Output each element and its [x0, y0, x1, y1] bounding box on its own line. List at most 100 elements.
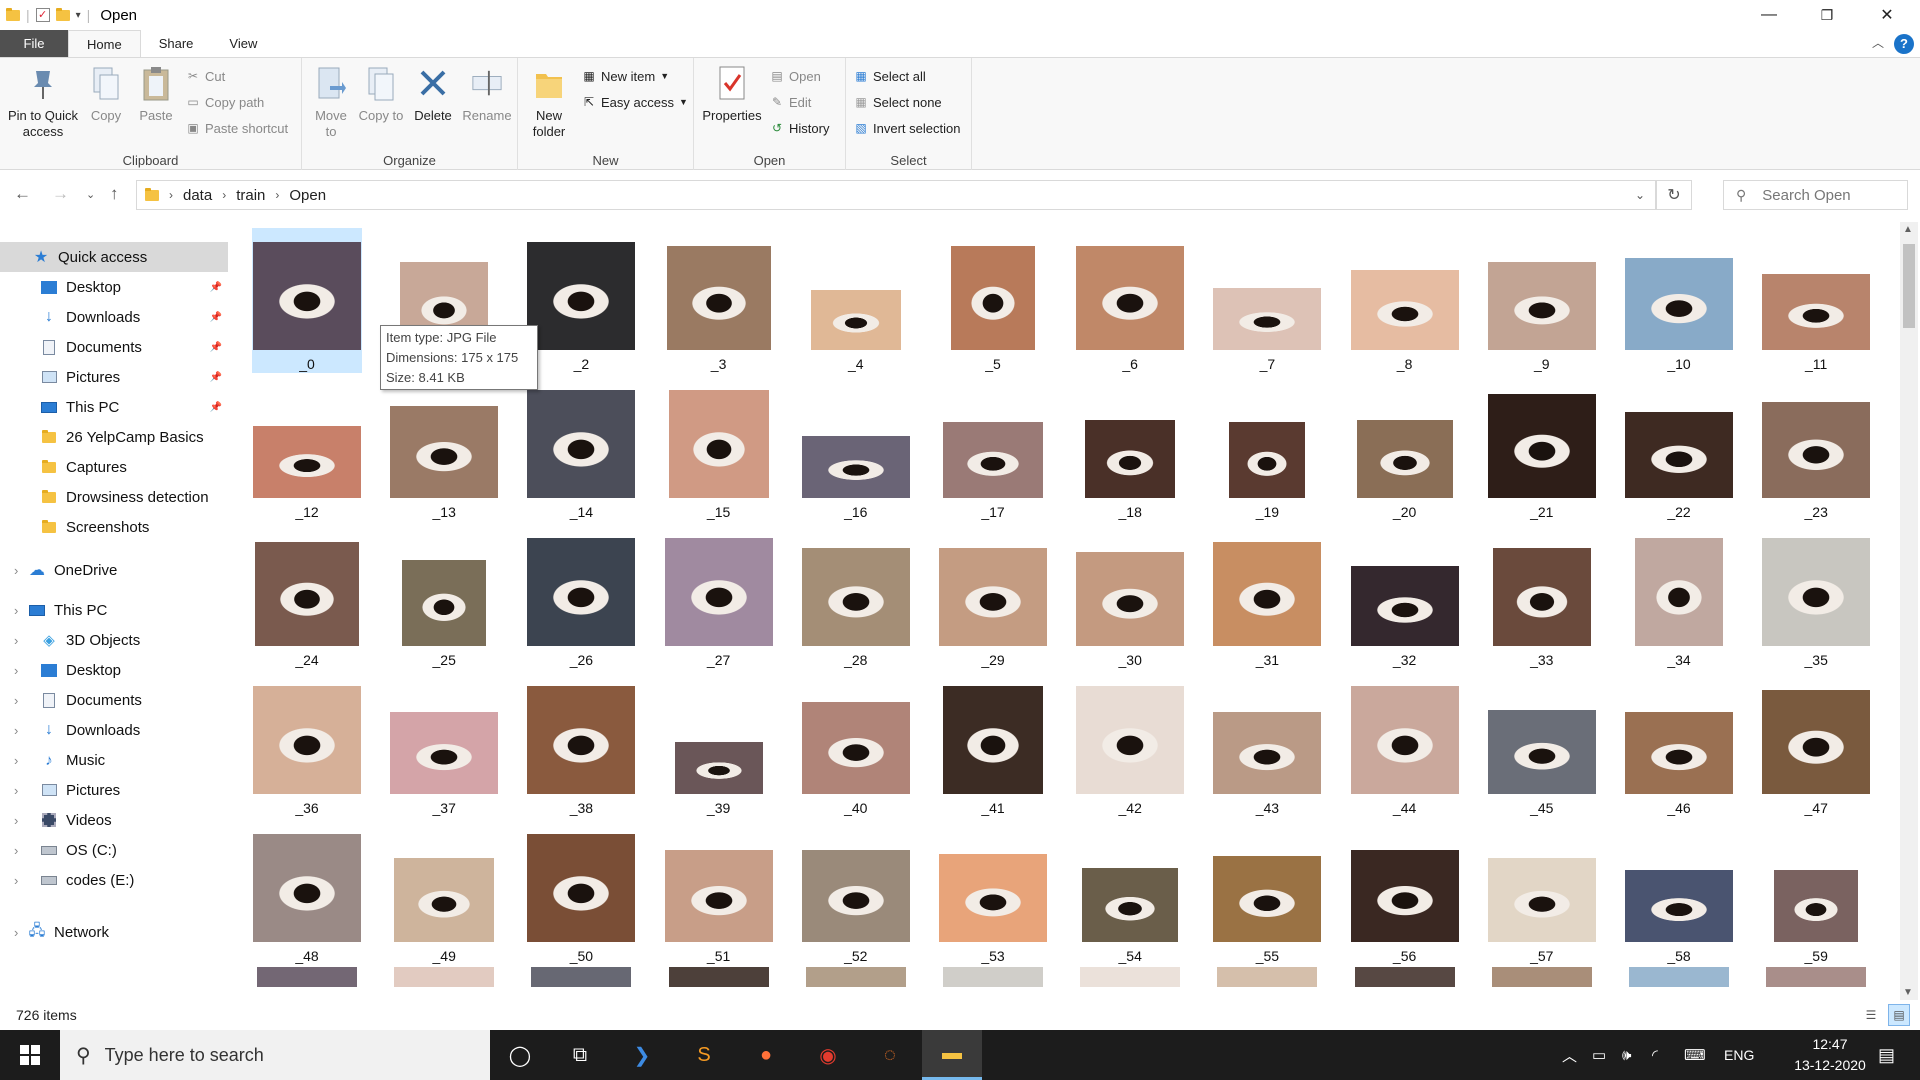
- sidebar-item-pictures[interactable]: Pictures 📌: [0, 362, 228, 392]
- refresh-icon[interactable]: ↻: [1656, 180, 1692, 210]
- taskbar-search-input[interactable]: ⚲ Type here to search: [60, 1030, 490, 1080]
- breadcrumb-open[interactable]: Open: [289, 187, 326, 204]
- sidebar-item-videos[interactable]: › Videos: [0, 805, 228, 835]
- tab-share[interactable]: Share: [141, 30, 212, 57]
- back-arrow-icon[interactable]: ←: [14, 184, 31, 204]
- help-icon[interactable]: ?: [1894, 34, 1914, 54]
- file-tile[interactable]: _51: [664, 820, 774, 965]
- file-tile-partial[interactable]: [943, 967, 1043, 987]
- sidebar-item-onedrive[interactable]: › ☁ OneDrive: [0, 555, 228, 585]
- show-hidden-icons-icon[interactable]: ︿: [1562, 1030, 1577, 1080]
- large-icons-view-icon[interactable]: ▤: [1888, 1004, 1910, 1026]
- file-tile[interactable]: _39: [664, 672, 774, 817]
- battery-icon[interactable]: ▭: [1592, 1030, 1606, 1080]
- address-dropdown-icon[interactable]: ⌄: [1635, 188, 1645, 202]
- file-tile-partial[interactable]: [1080, 967, 1181, 987]
- up-arrow-icon[interactable]: ↑: [110, 184, 119, 204]
- copy-path-button[interactable]: ▭ Copy path: [186, 92, 264, 112]
- expand-chevron-icon[interactable]: ›: [14, 723, 18, 738]
- sidebar-item-downloads[interactable]: ↓ Downloads 📌: [0, 302, 228, 332]
- file-tile-partial[interactable]: [805, 967, 906, 987]
- file-tile[interactable]: _32: [1350, 524, 1460, 669]
- clock[interactable]: 12:47 13-12-2020: [1788, 1034, 1872, 1076]
- chrome-icon[interactable]: ◉: [798, 1030, 858, 1080]
- file-explorer-icon[interactable]: ▬: [922, 1030, 982, 1080]
- recent-locations-icon[interactable]: ⌄: [86, 188, 95, 201]
- cut-button[interactable]: ✂ Cut: [186, 66, 225, 86]
- firefox-icon[interactable]: ●: [736, 1030, 796, 1080]
- file-tile-partial[interactable]: [257, 967, 357, 987]
- sidebar-item-captures[interactable]: Captures: [0, 452, 228, 482]
- sidebar-item-downloads[interactable]: › ↓ Downloads: [0, 715, 228, 745]
- scroll-down-icon[interactable]: ▼: [1903, 987, 1913, 998]
- scroll-thumb[interactable]: [1903, 244, 1915, 328]
- sidebar-item-documents[interactable]: Documents 📌: [0, 332, 228, 362]
- search-input[interactable]: ⚲ Search Open: [1723, 180, 1908, 210]
- wifi-icon[interactable]: ◜: [1652, 1030, 1658, 1080]
- open-button[interactable]: ▤ Open: [770, 66, 820, 86]
- file-tile[interactable]: _42: [1075, 672, 1185, 817]
- file-tile[interactable]: _45: [1487, 672, 1597, 817]
- maximize-button[interactable]: ❐: [1798, 0, 1856, 30]
- file-tile[interactable]: _54: [1075, 820, 1185, 965]
- file-tile[interactable]: _19: [1212, 376, 1322, 521]
- select-all-button[interactable]: ▦ Select all: [854, 66, 925, 86]
- rename-button[interactable]: Rename: [460, 64, 514, 124]
- expand-chevron-icon[interactable]: ›: [14, 925, 18, 940]
- notifications-icon[interactable]: ▤: [1878, 1030, 1895, 1080]
- file-tile[interactable]: _15: [664, 376, 774, 521]
- expand-chevron-icon[interactable]: ›: [14, 663, 18, 678]
- file-tile[interactable]: _55: [1212, 820, 1322, 965]
- scroll-up-icon[interactable]: ▲: [1903, 224, 1913, 235]
- file-tile-partial[interactable]: [1354, 967, 1455, 987]
- close-button[interactable]: ✕: [1858, 0, 1916, 30]
- file-tile[interactable]: _27: [664, 524, 774, 669]
- file-tile[interactable]: _57: [1487, 820, 1597, 965]
- file-tile[interactable]: _34: [1624, 524, 1734, 669]
- expand-chevron-icon[interactable]: ›: [14, 813, 18, 828]
- sidebar-item-documents[interactable]: › Documents: [0, 685, 228, 715]
- sidebar-item-drowsiness-detection[interactable]: Drowsiness detection: [0, 482, 228, 512]
- file-tile[interactable]: _52: [801, 820, 911, 965]
- expand-chevron-icon[interactable]: ›: [14, 873, 18, 888]
- minimize-button[interactable]: —: [1740, 0, 1798, 30]
- invert-selection-button[interactable]: ▧ Invert selection: [854, 118, 960, 138]
- file-tile-partial[interactable]: [394, 967, 495, 987]
- file-tile[interactable]: _14: [526, 376, 636, 521]
- new-folder-button[interactable]: New folder: [526, 64, 572, 140]
- keyboard-icon[interactable]: ⌨: [1684, 1030, 1706, 1080]
- volume-icon[interactable]: 🕪: [1622, 1030, 1631, 1080]
- file-tile[interactable]: _48: [252, 820, 362, 965]
- windows-start-icon[interactable]: [0, 1030, 60, 1080]
- history-button[interactable]: ↺ History: [770, 118, 829, 138]
- forward-arrow-icon[interactable]: →: [52, 184, 69, 204]
- expand-chevron-icon[interactable]: ›: [14, 563, 18, 578]
- file-tile[interactable]: _20: [1350, 376, 1460, 521]
- customize-toolbar-icon[interactable]: ▾: [76, 10, 81, 21]
- task-view-icon[interactable]: ⧉: [550, 1030, 610, 1080]
- language-indicator[interactable]: ENG: [1724, 1030, 1754, 1080]
- sidebar-item-this-pc[interactable]: › This PC: [0, 595, 228, 625]
- expand-chevron-icon[interactable]: ›: [14, 603, 18, 618]
- copy-to-button[interactable]: Copy to: [358, 64, 404, 124]
- file-tile[interactable]: _31: [1212, 524, 1322, 669]
- file-tile[interactable]: _2: [526, 228, 636, 373]
- file-tile[interactable]: _11: [1761, 228, 1871, 373]
- tab-home[interactable]: Home: [68, 30, 141, 57]
- sidebar-item-codes-e-[interactable]: › codes (E:): [0, 865, 228, 895]
- file-tile[interactable]: _21: [1487, 376, 1597, 521]
- expand-chevron-icon[interactable]: ›: [14, 783, 18, 798]
- file-tile[interactable]: _49: [389, 820, 499, 965]
- pin-to-quick-access-button[interactable]: Pin to Quick access: [6, 64, 80, 140]
- sidebar-item-desktop[interactable]: Desktop 📌: [0, 272, 228, 302]
- sidebar-item-quick-access[interactable]: ★ Quick access: [0, 242, 228, 272]
- move-to-button[interactable]: Move to: [308, 64, 354, 140]
- file-tile-partial[interactable]: [1766, 967, 1867, 987]
- properties-quick-icon[interactable]: ✓: [35, 8, 50, 22]
- file-tile-partial[interactable]: [668, 967, 769, 987]
- file-tile[interactable]: _13: [389, 376, 499, 521]
- file-tile[interactable]: _18: [1075, 376, 1185, 521]
- file-tile[interactable]: _5: [938, 228, 1048, 373]
- sidebar-item-this-pc[interactable]: This PC 📌: [0, 392, 228, 422]
- file-tile[interactable]: _53: [938, 820, 1048, 965]
